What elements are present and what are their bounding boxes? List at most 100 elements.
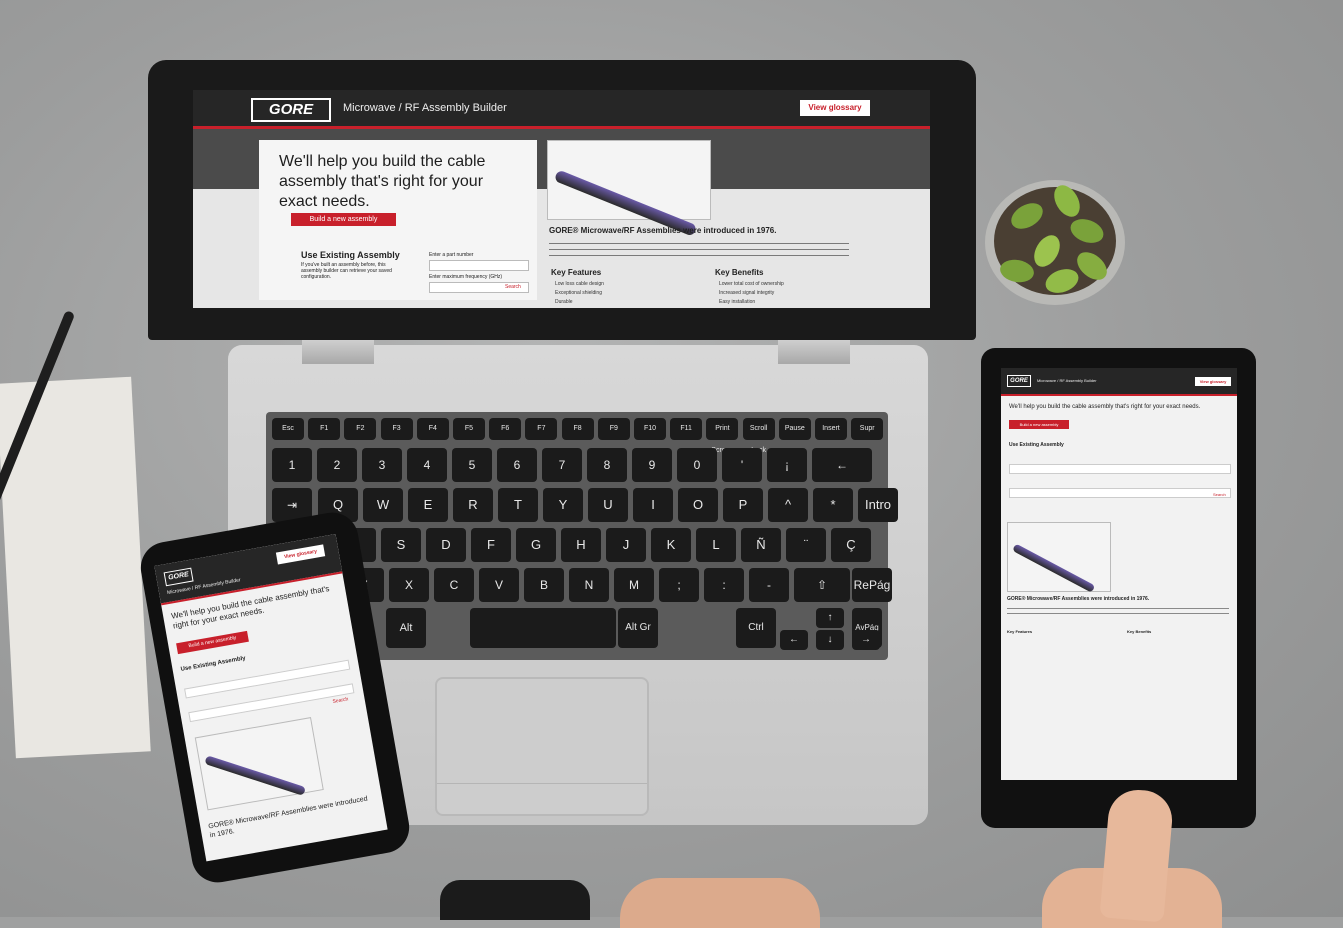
key--[interactable]: ¡ bbox=[767, 448, 807, 482]
key-7[interactable]: 7 bbox=[542, 448, 582, 482]
benefit-item: Lower total cost of ownership bbox=[719, 281, 784, 287]
key-4[interactable]: 4 bbox=[407, 448, 447, 482]
intro-body-lines bbox=[549, 240, 849, 260]
key-i[interactable]: I bbox=[633, 488, 673, 522]
laptop-screen: GORE Microwave / RF Assembly Builder Vie… bbox=[193, 90, 930, 308]
tablet-gore-logo[interactable]: GORE bbox=[1007, 375, 1031, 387]
key--[interactable]: ; bbox=[659, 568, 699, 602]
tablet-search-link[interactable]: Search bbox=[1213, 492, 1226, 497]
key-r[interactable]: R bbox=[453, 488, 493, 522]
key--[interactable]: ' bbox=[722, 448, 762, 482]
phone-build-new-assembly-button[interactable]: Build a new assembly bbox=[176, 630, 249, 655]
key-s[interactable]: S bbox=[381, 528, 421, 562]
tablet-view-glossary-button[interactable]: View glossary bbox=[1195, 377, 1231, 386]
benefit-item: Easy installation bbox=[719, 299, 756, 305]
build-new-assembly-button[interactable]: Build a new assembly bbox=[291, 213, 396, 226]
key-ñ[interactable]: Ñ bbox=[741, 528, 781, 562]
key-l[interactable]: L bbox=[696, 528, 736, 562]
key-print-screen[interactable]: Print Screen bbox=[706, 418, 739, 454]
key-o[interactable]: O bbox=[678, 488, 718, 522]
key-w[interactable]: W bbox=[363, 488, 403, 522]
key-f9[interactable]: F9 bbox=[597, 418, 630, 440]
phone-search-link[interactable]: Search bbox=[332, 696, 349, 705]
key-m[interactable]: M bbox=[614, 568, 654, 602]
key-n[interactable]: N bbox=[569, 568, 609, 602]
key-pause[interactable]: Pause bbox=[778, 418, 811, 440]
key-5[interactable]: 5 bbox=[452, 448, 492, 482]
key-ctrl[interactable]: Ctrl bbox=[736, 608, 776, 648]
hand bbox=[620, 878, 820, 928]
key-0[interactable]: 0 bbox=[677, 448, 717, 482]
key-1[interactable]: 1 bbox=[272, 448, 312, 482]
key--[interactable]: ^ bbox=[768, 488, 808, 522]
key-8[interactable]: 8 bbox=[587, 448, 627, 482]
key-esc[interactable]: Esc bbox=[272, 418, 304, 440]
key-space[interactable] bbox=[470, 608, 616, 648]
key-e[interactable]: E bbox=[408, 488, 448, 522]
key--[interactable]: ¨ bbox=[786, 528, 826, 562]
key-y[interactable]: Y bbox=[543, 488, 583, 522]
key--[interactable]: ⇧ bbox=[794, 568, 850, 602]
key-f6[interactable]: F6 bbox=[489, 418, 522, 440]
key-f2[interactable]: F2 bbox=[344, 418, 377, 440]
key-v[interactable]: V bbox=[479, 568, 519, 602]
key-f[interactable]: F bbox=[471, 528, 511, 562]
tablet-screen: GORE Microwave / RF Assembly Builder Vie… bbox=[1001, 368, 1237, 780]
key--[interactable]: : bbox=[704, 568, 744, 602]
tablet-frequency-input[interactable] bbox=[1009, 488, 1231, 498]
key-k[interactable]: K bbox=[651, 528, 691, 562]
key-g[interactable]: G bbox=[516, 528, 556, 562]
feature-item: Durable bbox=[555, 299, 573, 305]
key-f11[interactable]: F11 bbox=[670, 418, 703, 440]
key-f7[interactable]: F7 bbox=[525, 418, 558, 440]
key-f8[interactable]: F8 bbox=[561, 418, 594, 440]
key-t[interactable]: T bbox=[498, 488, 538, 522]
key-alt-gr[interactable]: Alt Gr bbox=[618, 608, 658, 648]
finger bbox=[1099, 787, 1175, 923]
tablet-cable-graphic bbox=[1012, 543, 1096, 593]
key--[interactable]: ← bbox=[812, 448, 872, 482]
key-x[interactable]: X bbox=[389, 568, 429, 602]
key-u[interactable]: U bbox=[588, 488, 628, 522]
tablet-benefits-heading: Key Benefits bbox=[1127, 629, 1152, 634]
key-3[interactable]: 3 bbox=[362, 448, 402, 482]
key-6[interactable]: 6 bbox=[497, 448, 537, 482]
frequency-label: Enter maximum frequency (GHz) bbox=[429, 274, 503, 280]
key-intro[interactable]: Intro bbox=[858, 488, 898, 522]
key--[interactable]: ↑ bbox=[816, 608, 844, 628]
key-scroll-lock[interactable]: Scroll Lock bbox=[742, 418, 775, 454]
key-alt[interactable]: Alt bbox=[386, 608, 426, 648]
tablet-hero-heading: We'll help you build the cable assembly … bbox=[1009, 404, 1201, 410]
key-rep-g[interactable]: RePág bbox=[852, 568, 892, 602]
key--[interactable]: * bbox=[813, 488, 853, 522]
key-d[interactable]: D bbox=[426, 528, 466, 562]
key-9[interactable]: 9 bbox=[632, 448, 672, 482]
key--[interactable]: - bbox=[749, 568, 789, 602]
key-supr[interactable]: Supr bbox=[851, 418, 884, 440]
laptop-touchpad[interactable] bbox=[435, 677, 649, 816]
key-f10[interactable]: F10 bbox=[634, 418, 666, 440]
key-insert[interactable]: Insert bbox=[815, 418, 847, 440]
gore-logo[interactable]: GORE bbox=[251, 98, 331, 122]
key-h[interactable]: H bbox=[561, 528, 601, 562]
key-2[interactable]: 2 bbox=[317, 448, 357, 482]
key-j[interactable]: J bbox=[606, 528, 646, 562]
search-link[interactable]: Search bbox=[505, 284, 521, 290]
key--[interactable]: ↓ bbox=[816, 630, 844, 650]
view-glossary-button[interactable]: View glossary bbox=[800, 100, 870, 116]
key--[interactable]: ← bbox=[780, 630, 808, 650]
tablet-part-number-input[interactable] bbox=[1009, 464, 1231, 474]
key-f3[interactable]: F3 bbox=[380, 418, 413, 440]
sleeve bbox=[440, 880, 590, 920]
key-f5[interactable]: F5 bbox=[453, 418, 485, 440]
key-b[interactable]: B bbox=[524, 568, 564, 602]
key-ç[interactable]: Ç bbox=[831, 528, 871, 562]
key-f4[interactable]: F4 bbox=[416, 418, 449, 440]
part-number-input[interactable] bbox=[429, 260, 529, 271]
tablet-build-new-assembly-button[interactable]: Build a new assembly bbox=[1009, 420, 1069, 429]
key-c[interactable]: C bbox=[434, 568, 474, 602]
desk-scene: GORE Microwave / RF Assembly Builder Vie… bbox=[0, 0, 1343, 928]
key-f1[interactable]: F1 bbox=[308, 418, 341, 440]
key--[interactable]: → bbox=[852, 630, 880, 650]
key-p[interactable]: P bbox=[723, 488, 763, 522]
